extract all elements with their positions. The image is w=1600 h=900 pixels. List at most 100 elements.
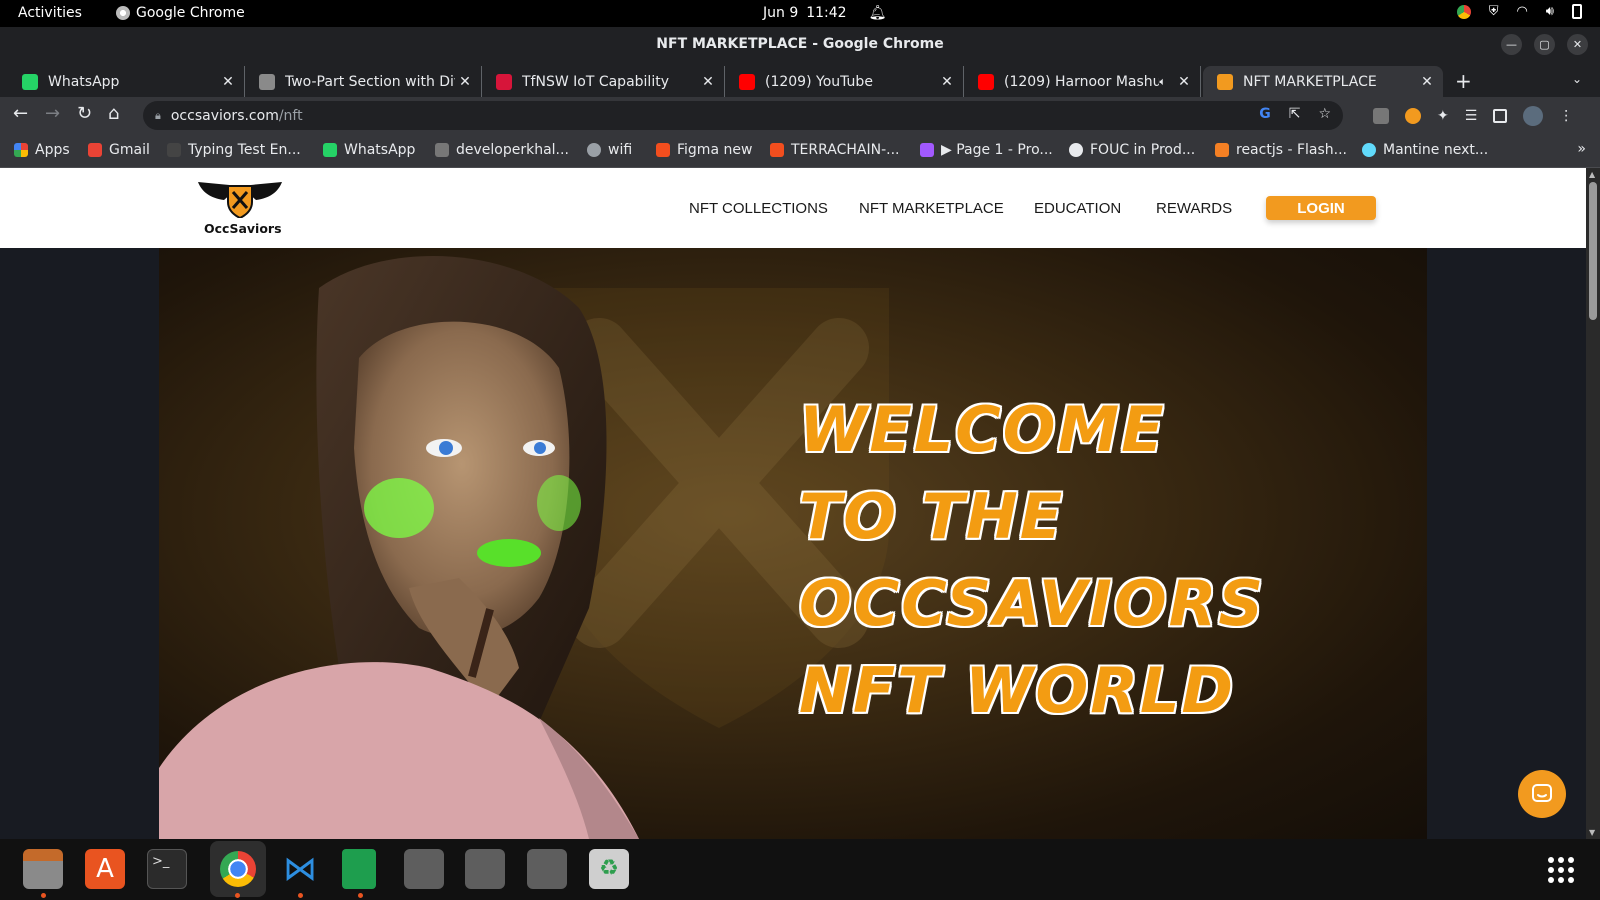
- browser-toolbar: ← → ↻ ⌂ 🔒︎ occsaviors.com/nft G ⇱ ☆ ✦ ☰ …: [0, 97, 1600, 134]
- forward-icon[interactable]: →: [45, 103, 60, 124]
- disk-icon[interactable]: [527, 849, 567, 889]
- disk-icon[interactable]: [465, 849, 505, 889]
- gmail-icon: [88, 143, 102, 157]
- more-menu-icon[interactable]: ⋮: [1559, 108, 1573, 124]
- back-icon[interactable]: ←: [13, 103, 28, 124]
- ubuntu-dock: A >_ ⋈ ♻: [0, 839, 1600, 900]
- chrome-dock-slot[interactable]: [210, 841, 266, 897]
- home-icon[interactable]: ⌂: [108, 103, 119, 124]
- window-title-bar[interactable]: NFT MARKETPLACE - Google Chrome — ▢ ✕: [0, 27, 1600, 62]
- bookmark-label: ▶ Page 1 - Pro...: [941, 142, 1053, 158]
- figma-icon: [920, 143, 934, 157]
- tab-nft-marketplace[interactable]: NFT MARKETPLACE ✕: [1203, 66, 1443, 97]
- show-applications-icon[interactable]: [1548, 857, 1574, 883]
- web-page: OccSaviors NFT COLLECTIONS NFT MARKETPLA…: [0, 168, 1586, 839]
- bookmark-figma-new[interactable]: Figma new: [656, 142, 752, 158]
- terminal-icon[interactable]: >_: [147, 849, 187, 889]
- tab-close-icon[interactable]: ✕: [455, 74, 475, 90]
- clock[interactable]: Jun 9 11:42 🔔︎: [763, 5, 886, 21]
- bookmark-page-1[interactable]: ▶ Page 1 - Pro...: [920, 142, 1053, 158]
- star-icon[interactable]: ☆: [1318, 106, 1331, 122]
- tab-close-icon[interactable]: ✕: [1174, 74, 1194, 90]
- new-tab-icon[interactable]: +: [1455, 69, 1472, 93]
- tab-label: (1209) Harnoor Mashu: [1004, 73, 1160, 90]
- address-bar[interactable]: 🔒︎ occsaviors.com/nft G ⇱ ☆: [143, 101, 1343, 130]
- scroll-up-icon[interactable]: ▲: [1589, 170, 1595, 179]
- battery-icon[interactable]: [1572, 4, 1582, 19]
- google-icon[interactable]: G: [1259, 106, 1271, 122]
- headline-line-1: WELCOME: [799, 393, 1166, 466]
- headline-line-4: NFT WORLD: [799, 654, 1235, 727]
- page-scrollbar[interactable]: ▲ ▼: [1586, 168, 1600, 839]
- chrome-tray-icon[interactable]: [1456, 4, 1471, 19]
- bookmark-label: Apps: [35, 142, 70, 158]
- grammar-extension-icon[interactable]: [1405, 108, 1421, 124]
- bookmark-label: TERRACHAIN-...: [791, 142, 900, 158]
- site-logo[interactable]: OccSaviors: [196, 182, 284, 238]
- scroll-down-icon[interactable]: ▼: [1589, 828, 1595, 837]
- puzzle-icon[interactable]: ✦: [1437, 108, 1449, 124]
- spreadsheet-icon[interactable]: [342, 849, 376, 889]
- avatar[interactable]: [1523, 106, 1544, 126]
- close-icon[interactable]: ✕: [1567, 34, 1588, 55]
- tab-whatsapp[interactable]: WhatsApp ✕: [8, 66, 245, 97]
- volume-icon[interactable]: 🔊︎: [1546, 4, 1554, 19]
- tab-close-icon[interactable]: ✕: [218, 74, 238, 90]
- side-panel-icon[interactable]: [1493, 109, 1508, 123]
- github-icon: [1069, 143, 1083, 157]
- figma-icon: [656, 143, 670, 157]
- nav-rewards[interactable]: REWARDS: [1156, 200, 1232, 217]
- bookmark-reactjs[interactable]: reactjs - Flash...: [1215, 142, 1347, 158]
- bookmark-mantine[interactable]: Mantine next...: [1362, 142, 1488, 158]
- omnibox-actions: G ⇱ ☆: [1259, 106, 1331, 122]
- reading-list-icon[interactable]: ☰: [1465, 108, 1478, 124]
- minimize-icon[interactable]: —: [1501, 34, 1522, 55]
- activities-button[interactable]: Activities: [18, 5, 82, 21]
- bookmark-developerkhal[interactable]: developerkhal...: [435, 142, 569, 158]
- bookmark-fouc[interactable]: FOUC in Prod...: [1069, 142, 1195, 158]
- nav-education[interactable]: EDUCATION: [1034, 200, 1121, 217]
- tab-close-icon[interactable]: ✕: [1417, 74, 1437, 90]
- software-center-icon[interactable]: A: [85, 849, 125, 889]
- tab-close-icon[interactable]: ✕: [937, 74, 957, 90]
- chevron-double-right-icon[interactable]: »: [1577, 141, 1586, 157]
- hero-headline: WELCOME TO THE OCCSAVIORS NFT WORLD: [799, 386, 1399, 734]
- bookmark-typing-test[interactable]: Typing Test En...: [167, 142, 301, 158]
- hero-banner: WELCOME TO THE OCCSAVIORS NFT WORLD: [159, 248, 1427, 839]
- tab-tfnsw[interactable]: TfNSW IoT Capability ✕: [482, 66, 725, 97]
- login-button[interactable]: LOGIN: [1266, 196, 1376, 220]
- winged-shield-icon: [198, 182, 282, 218]
- tab-label: (1209) YouTube: [765, 73, 873, 90]
- tab-close-icon[interactable]: ✕: [698, 74, 718, 90]
- lock-icon[interactable]: 🔒︎: [155, 109, 161, 123]
- chevron-down-icon[interactable]: ⌄: [1572, 72, 1582, 86]
- files-icon[interactable]: [23, 849, 63, 889]
- wifi-icon[interactable]: ◠: [1516, 4, 1527, 19]
- bookmark-terrachain[interactable]: TERRACHAIN-...: [770, 142, 900, 158]
- bookmark-label: WhatsApp: [344, 142, 416, 158]
- reload-icon[interactable]: ↻: [77, 103, 92, 124]
- bookmark-whatsapp[interactable]: WhatsApp: [323, 142, 415, 158]
- app-menu[interactable]: Google Chrome: [116, 5, 245, 21]
- bookmark-wifi[interactable]: wifi: [587, 142, 632, 158]
- tab-two-part-section[interactable]: Two-Part Section with Div ✕: [245, 66, 482, 97]
- bookmark-label: Mantine next...: [1383, 142, 1489, 158]
- bookmark-apps[interactable]: Apps: [14, 142, 70, 158]
- extension-icon[interactable]: [1373, 108, 1389, 124]
- vscode-icon[interactable]: ⋈: [280, 849, 320, 889]
- nav-nft-marketplace[interactable]: NFT MARKETPLACE: [859, 200, 1004, 217]
- trash-icon[interactable]: ♻: [589, 849, 629, 889]
- nav-nft-collections[interactable]: NFT COLLECTIONS: [689, 200, 828, 217]
- chat-widget-button[interactable]: [1518, 770, 1566, 818]
- shield-icon[interactable]: ⛨: [1489, 4, 1499, 19]
- share-icon[interactable]: ⇱: [1289, 106, 1301, 122]
- scrollbar-thumb[interactable]: [1589, 182, 1597, 320]
- system-tray[interactable]: ⛨ ◠ 🔊︎: [1456, 4, 1582, 19]
- bookmark-label: FOUC in Prod...: [1090, 142, 1196, 158]
- maximize-icon[interactable]: ▢: [1534, 34, 1555, 55]
- tab-harnoor[interactable]: (1209) Harnoor Mashu 🔈︎ ✕: [964, 66, 1201, 97]
- disk-icon[interactable]: [404, 849, 444, 889]
- speaker-icon[interactable]: 🔈︎: [1159, 75, 1166, 89]
- tab-youtube[interactable]: (1209) YouTube ✕: [725, 66, 964, 97]
- bookmark-gmail[interactable]: Gmail: [88, 142, 150, 158]
